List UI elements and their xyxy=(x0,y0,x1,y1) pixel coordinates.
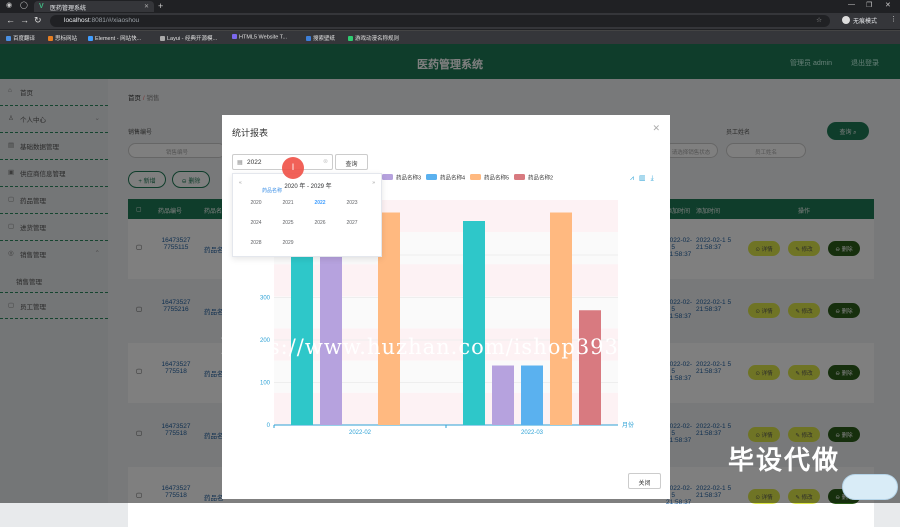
bookmark-item[interactable]: 思标网站 xyxy=(48,34,77,42)
calendar-icon: ▦ xyxy=(237,160,243,166)
bookmark-label: 搜索壁纸 xyxy=(313,36,336,42)
year-cell[interactable]: 2027 xyxy=(337,220,367,226)
year-cell[interactable]: 2022 xyxy=(305,200,335,206)
bookmark-label: Element - 网站快... xyxy=(95,36,142,42)
x-tick-label: 2022-02 xyxy=(349,430,372,436)
floating-label: 药品名称 xyxy=(262,188,283,194)
year-cell[interactable]: 2021 xyxy=(273,200,303,206)
legend-swatch xyxy=(382,174,393,180)
window-close-icon[interactable]: ✕ xyxy=(885,1,891,9)
forward-icon[interactable]: → xyxy=(20,15,29,25)
legend-label: 药品名称5 xyxy=(484,174,509,182)
minimize-icon[interactable]: — xyxy=(848,1,855,8)
legend-label: 药品名称4 xyxy=(440,174,465,182)
incognito-indicator[interactable]: 无痕模式 xyxy=(842,16,877,25)
bookmark-item[interactable]: Layui - 经典开源模... xyxy=(160,34,217,42)
incognito-label: 无痕模式 xyxy=(853,19,878,25)
year-cell[interactable]: 2020 xyxy=(241,200,271,206)
bookmark-label: Layui - 经典开源模... xyxy=(167,36,218,42)
bookmark-label: 游戏动漫名称规则 xyxy=(355,36,400,42)
close-tab-icon[interactable]: ✕ xyxy=(144,3,149,10)
watermark-promo: 毕设代做 xyxy=(728,445,841,475)
url-host: localhost xyxy=(64,17,90,24)
close-button[interactable]: 关闭 xyxy=(628,473,661,489)
legend-swatch xyxy=(426,174,437,180)
x-tick-label: 2022-03 xyxy=(521,430,544,436)
year-cell[interactable]: 2023 xyxy=(337,200,367,206)
bookmark-label: 思标网站 xyxy=(55,36,78,42)
y-tick-label: 300 xyxy=(260,296,271,302)
bar xyxy=(550,212,572,425)
year-cell[interactable]: 2029 xyxy=(273,240,303,246)
bar xyxy=(579,310,601,425)
reload-icon[interactable]: ↻ xyxy=(34,15,42,26)
bookmark-item[interactable]: 搜索壁纸 xyxy=(306,34,335,42)
legend-swatch xyxy=(470,174,481,180)
year-picker-panel: « 2020 年 - 2029 年 » 药品名称 2020 2021 2022 202… xyxy=(232,173,382,257)
year-cell[interactable]: 2024 xyxy=(241,220,271,226)
year-cell[interactable]: 2025 xyxy=(273,220,303,226)
bookmark-label: 百度翻译 xyxy=(13,36,36,42)
url-input[interactable]: localhost:8081/#/xiaoshou ☆ xyxy=(50,15,830,27)
clear-icon[interactable]: ⊗ xyxy=(323,158,328,165)
incognito-icon xyxy=(842,16,850,24)
legend-swatch xyxy=(514,174,525,180)
x-axis-title: 月份 xyxy=(622,421,634,429)
url-path: :8081/#/xiaoshou xyxy=(89,17,140,24)
bookmark-item[interactable]: 游戏动漫名称规则 xyxy=(348,34,399,42)
bar xyxy=(463,221,485,425)
year-cell[interactable]: 2026 xyxy=(305,220,335,226)
browser-menu-icon[interactable]: ⋮ xyxy=(890,15,897,23)
dialog-title: 统计报表 xyxy=(232,128,269,138)
window-menu-icon[interactable]: ◉ xyxy=(6,1,12,9)
address-bar-row: ← → ↻ localhost:8081/#/xiaoshou ☆ 无痕模式 ⋮ xyxy=(0,13,900,29)
star-icon[interactable]: ☆ xyxy=(816,16,822,24)
bookmark-item[interactable]: 百度翻译 xyxy=(6,34,35,42)
bookmark-item[interactable]: Element - 网站快... xyxy=(88,34,141,42)
maximize-icon[interactable]: ❐ xyxy=(866,1,872,9)
back-icon[interactable]: ← xyxy=(6,15,15,25)
year-value: 2022 xyxy=(247,159,262,166)
github-icon[interactable]: ◯ xyxy=(20,1,28,9)
legend-label: 药品名称3 xyxy=(396,174,421,182)
bar xyxy=(492,365,514,425)
stats-dialog: 统计报表 ✕ ▦ 2022 ⊗ 查询 ⩘▥⤓ 01002003004002022… xyxy=(222,115,670,499)
decade-range: 2020 年 - 2029 年 xyxy=(284,184,332,190)
y-tick-label: 0 xyxy=(267,423,271,429)
tab-bar: ◉ ◯ V 医药管理系统 ✕ + — ❐ ✕ xyxy=(0,0,900,12)
dialog-close-icon[interactable]: ✕ xyxy=(652,123,660,134)
vue-logo-icon: V xyxy=(39,3,44,10)
bookmarks-bar: 百度翻译 思标网站 Element - 网站快... Layui - 经典开源模… xyxy=(0,30,900,44)
year-cell[interactable]: 2028 xyxy=(241,240,271,246)
next-decade-icon[interactable]: » xyxy=(372,180,375,186)
new-tab-icon[interactable]: + xyxy=(158,1,163,11)
bookmark-item[interactable]: HTML5 Website T... xyxy=(232,34,287,41)
floating-widget[interactable] xyxy=(842,474,898,500)
query-button[interactable]: 查询 xyxy=(335,154,368,170)
watermark-url: https://www.huzhan.com/ishop39397 xyxy=(221,335,648,359)
bookmark-label: HTML5 Website T... xyxy=(239,34,288,41)
cursor-indicator: I xyxy=(282,157,304,179)
bar xyxy=(521,365,543,425)
tab-title: 医药管理系统 xyxy=(50,6,87,12)
browser-tab[interactable]: V 医药管理系统 ✕ xyxy=(34,1,154,12)
y-tick-label: 100 xyxy=(260,381,271,387)
browser-chrome: ◉ ◯ V 医药管理系统 ✕ + — ❐ ✕ ← → ↻ localhost:8… xyxy=(0,0,900,44)
legend-label: 药品名称2 xyxy=(528,174,553,182)
